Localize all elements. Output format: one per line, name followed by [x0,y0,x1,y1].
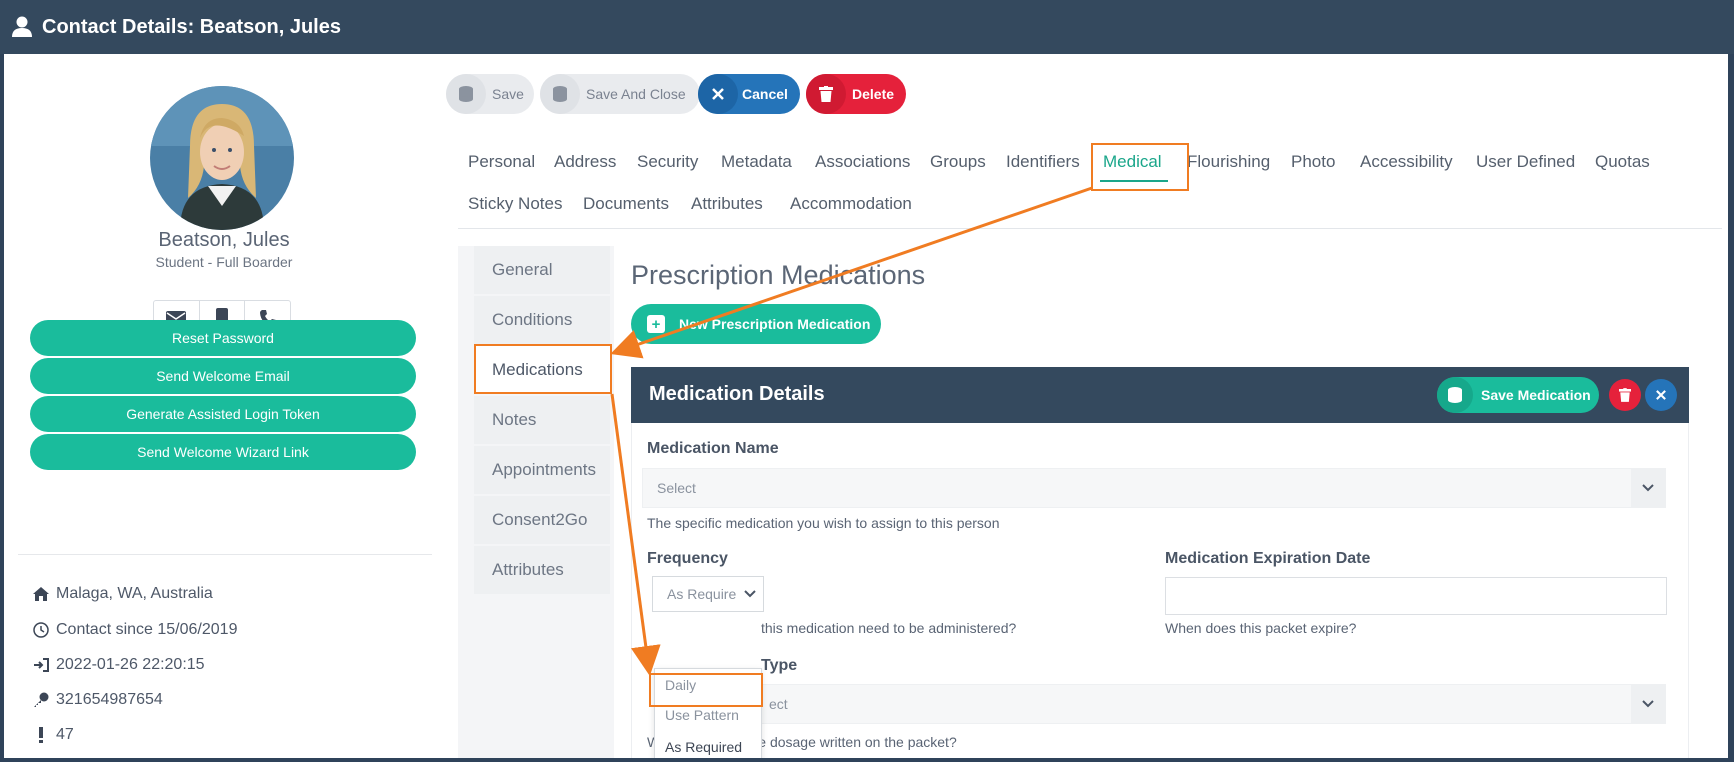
user-icon [12,16,32,38]
arrow-medications-to-as-required [610,393,661,676]
annotation-arrows [610,186,1093,676]
window-titlebar: Contact Details: Beatson, Jules [0,0,1734,54]
window-title: Contact Details: Beatson, Jules [42,15,341,38]
arrow-tab-to-medications [610,186,1093,359]
contact-form: Beatson, Jules Student - Full Boarder Re… [4,54,1728,758]
